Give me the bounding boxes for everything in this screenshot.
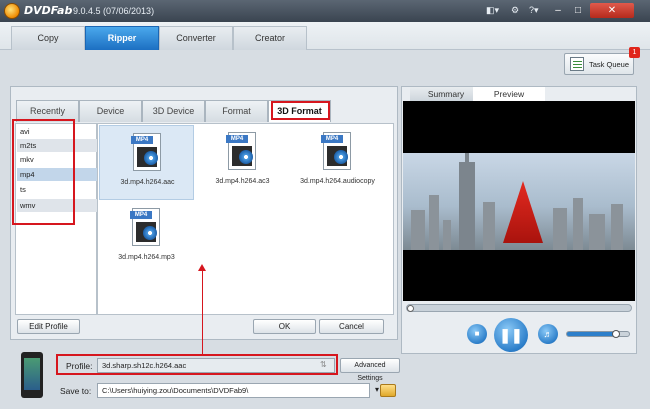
mp4-file-icon: MP4: [321, 132, 351, 170]
tab-copy[interactable]: Copy: [11, 26, 85, 50]
highlight-3d-format-tab: [271, 101, 330, 120]
tab-preview[interactable]: Preview: [473, 87, 545, 101]
profile-name: 3d.mp4.h264.audiocopy: [300, 178, 375, 185]
main-tab-bar: Copy Ripper Converter Creator: [0, 22, 650, 50]
pause-button[interactable]: ❚❚: [494, 318, 528, 352]
tab-device[interactable]: Device: [79, 100, 142, 122]
app-brand: DVDFab: [24, 4, 73, 17]
profile-name: 3d.mp4.h264.ac3: [215, 178, 270, 185]
hero-figure: [503, 181, 543, 243]
close-button[interactable]: ✕: [590, 3, 634, 18]
profile-name: 3d.mp4.h264.aac: [120, 179, 175, 186]
seek-handle[interactable]: [407, 305, 414, 312]
title-bar: DVDFab 9.0.4.5 (07/06/2013) ◧▾ ⚙ ?▾ – □ …: [0, 0, 650, 22]
maximize-button[interactable]: □: [568, 3, 588, 18]
cancel-button[interactable]: Cancel: [319, 319, 384, 334]
tab-summary[interactable]: Summary: [410, 87, 482, 101]
ok-button[interactable]: OK: [253, 319, 316, 334]
seek-bar[interactable]: [406, 304, 632, 312]
dvdfab-logo-icon: [4, 3, 20, 19]
task-queue-label: Task Queue: [589, 60, 630, 69]
highlight-profile-field: [56, 354, 338, 375]
help-icon[interactable]: ?▾: [529, 5, 539, 16]
tab-creator[interactable]: Creator: [233, 26, 307, 50]
profile-name: 3d.mp4.h264.mp3: [118, 254, 175, 261]
save-path-field[interactable]: C:\Users\huiying.zou\Documents\DVDFab9\: [97, 383, 370, 398]
profile-tile[interactable]: MP4 3d.mp4.h264.aac: [99, 125, 194, 200]
gear-icon[interactable]: ⚙: [511, 5, 519, 16]
tab-converter[interactable]: Converter: [159, 26, 233, 50]
task-queue-button[interactable]: Task Queue: [564, 53, 634, 75]
profile-grid: MP4 3d.mp4.h264.aac MP4 3d.mp4.h264.ac3 …: [97, 123, 394, 315]
mp4-file-icon: MP4: [131, 133, 161, 171]
profile-tile[interactable]: MP4 3d.mp4.h264.mp3: [99, 201, 194, 276]
profile-tile[interactable]: MP4 3d.mp4.h264.audiocopy: [290, 125, 385, 200]
save-to-label: Save to:: [60, 386, 92, 396]
mp4-file-icon: MP4: [130, 208, 160, 246]
annotation-arrow: [202, 270, 203, 356]
volume-slider[interactable]: [566, 331, 630, 337]
advanced-settings-button[interactable]: Advanced Settings: [340, 358, 400, 382]
task-count-badge: 1: [629, 47, 640, 58]
profile-tile[interactable]: MP4 3d.mp4.h264.ac3: [195, 125, 290, 200]
task-list-icon: [570, 57, 584, 71]
tab-ripper[interactable]: Ripper: [85, 26, 159, 50]
minimize-button[interactable]: –: [548, 3, 568, 18]
stop-button[interactable]: ■: [467, 324, 487, 344]
tab-3d-device[interactable]: 3D Device: [142, 100, 205, 122]
phone-screen: [24, 358, 40, 390]
browse-folder-icon[interactable]: [380, 384, 396, 397]
preview-frame: [403, 153, 635, 250]
path-dropdown-icon[interactable]: ▾: [375, 385, 379, 394]
mp4-file-icon: MP4: [226, 132, 256, 170]
volume-icon[interactable]: ♬: [538, 324, 558, 344]
app-version: 9.0.4.5 (07/06/2013): [73, 6, 155, 16]
volume-handle[interactable]: [612, 330, 620, 338]
edit-profile-button[interactable]: Edit Profile: [17, 319, 80, 334]
tab-format[interactable]: Format: [205, 100, 268, 122]
video-preview: [403, 101, 635, 301]
annotation-arrowhead: [198, 264, 206, 271]
highlight-format-list: [12, 119, 75, 225]
layout-icon[interactable]: ◧▾: [486, 5, 499, 16]
